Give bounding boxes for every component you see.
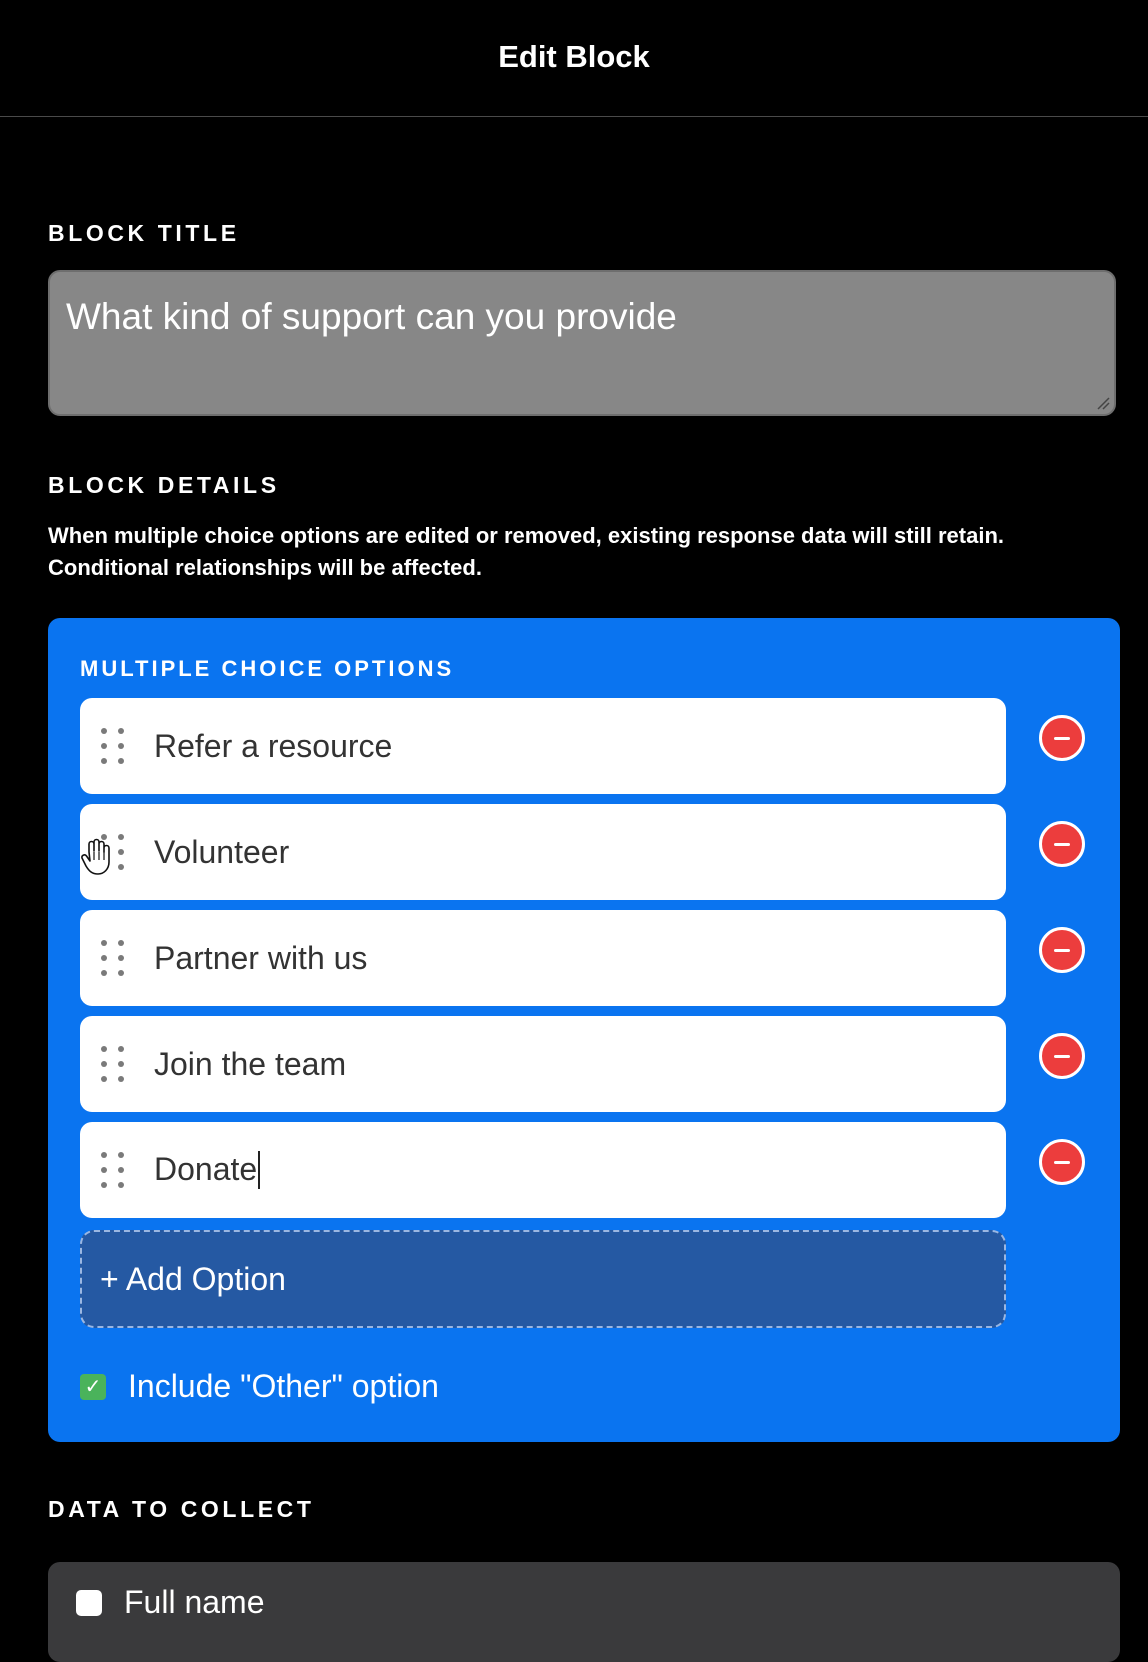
option-row[interactable]: Donate	[80, 1122, 1006, 1218]
option-text-input[interactable]: Partner with us	[154, 940, 367, 977]
data-to-collect-panel: Full name	[48, 1562, 1120, 1662]
include-other-option[interactable]: ✓ Include "Other" option	[80, 1368, 439, 1405]
drag-handle-icon[interactable]	[98, 833, 128, 871]
full-name-label: Full name	[124, 1584, 265, 1620]
remove-option-button[interactable]	[1039, 1033, 1085, 1079]
data-to-collect-label: DATA TO COLLECT	[48, 1496, 315, 1522]
option-text-value: Donate	[154, 1151, 258, 1188]
text-caret	[258, 1150, 261, 1189]
block-title-value: What kind of support can you provide	[66, 296, 677, 337]
block-title-input[interactable]: What kind of support can you provide	[48, 270, 1116, 416]
minus-icon	[1054, 842, 1070, 846]
multiple-choice-panel: MULTIPLE CHOICE OPTIONS Refer a resource…	[48, 618, 1120, 1442]
add-option-button[interactable]: + Add Option	[80, 1230, 1006, 1328]
option-row[interactable]: Refer a resource	[80, 698, 1006, 794]
multiple-choice-options-label: MULTIPLE CHOICE OPTIONS	[80, 656, 455, 681]
remove-option-button[interactable]	[1039, 715, 1085, 761]
drag-handle-icon[interactable]	[98, 939, 128, 977]
block-title-label: BLOCK TITLE	[48, 220, 240, 246]
drag-handle-icon[interactable]	[98, 1045, 128, 1083]
description-line-1: When multiple choice options are edited …	[48, 523, 1004, 548]
include-other-checkbox[interactable]: ✓	[80, 1373, 106, 1400]
block-details-label: BLOCK DETAILS	[48, 472, 280, 498]
minus-icon	[1054, 1160, 1070, 1164]
checkmark-icon: ✓	[84, 1376, 102, 1398]
header-bar: Edit Block	[0, 0, 1148, 117]
remove-option-button[interactable]	[1039, 1139, 1085, 1185]
remove-option-button[interactable]	[1039, 821, 1085, 867]
description-line-2: Conditional relationships will be affect…	[48, 555, 482, 580]
remove-option-button[interactable]	[1039, 927, 1085, 973]
minus-icon	[1054, 948, 1070, 952]
collect-item-full-name[interactable]: Full name	[76, 1584, 265, 1621]
option-row[interactable]: Join the team	[80, 1016, 1006, 1112]
block-details-description: When multiple choice options are edited …	[48, 520, 1128, 584]
page-title: Edit Block	[498, 39, 650, 74]
option-row[interactable]: Volunteer	[80, 804, 1006, 900]
option-text-input[interactable]: Donate	[154, 1150, 261, 1189]
option-text-input[interactable]: Refer a resource	[154, 728, 392, 765]
drag-handle-icon[interactable]	[98, 727, 128, 765]
drag-handle-icon[interactable]	[98, 1151, 128, 1189]
option-row[interactable]: Partner with us	[80, 910, 1006, 1006]
minus-icon	[1054, 736, 1070, 740]
resize-grip-icon[interactable]	[1096, 396, 1110, 410]
minus-icon	[1054, 1054, 1070, 1058]
full-name-checkbox[interactable]	[76, 1589, 102, 1616]
option-text-input[interactable]: Join the team	[154, 1046, 346, 1083]
include-other-label: Include "Other" option	[128, 1368, 439, 1404]
option-text-input[interactable]: Volunteer	[154, 834, 289, 871]
